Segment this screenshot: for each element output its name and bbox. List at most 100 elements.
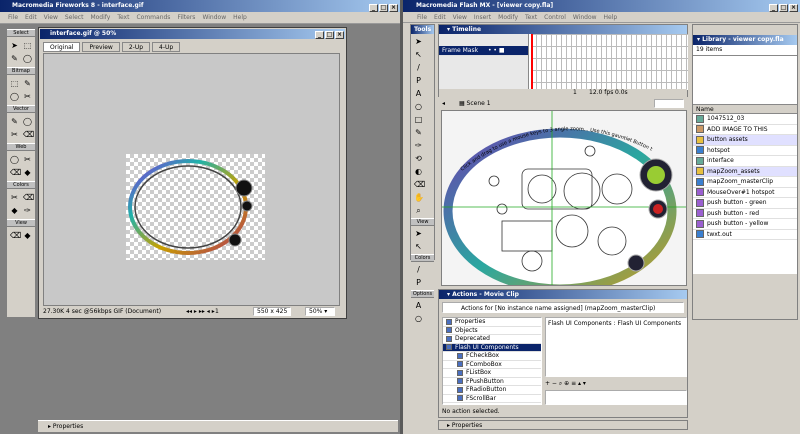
actions-toolbar[interactable]: + − ⌕ ⊕ ≡ ▴ ▾ [545, 379, 687, 389]
flash-tool-icon[interactable]: ✋ [413, 192, 424, 203]
library-item[interactable]: twxt.out [693, 230, 797, 240]
flash-tool-icon[interactable]: ◐ [413, 166, 424, 177]
minimize-icon[interactable]: _ [369, 4, 378, 12]
fw-tool-icon[interactable]: ✂ [22, 154, 33, 165]
fw-tool-icon[interactable]: ✎ [9, 53, 20, 64]
actions-script-area[interactable] [545, 390, 687, 405]
library-item[interactable]: button assets [693, 135, 797, 146]
fw-menu-edit[interactable]: Edit [25, 14, 37, 21]
fw-tool-icon[interactable]: ✂ [22, 91, 33, 102]
fw-tool-icon[interactable]: ✑ [22, 205, 33, 216]
fw-tool-icon[interactable]: ⌫ [22, 192, 34, 203]
fw-menu-view[interactable]: View [44, 14, 58, 21]
flash-tool-icon[interactable]: P [413, 277, 424, 288]
flash-tool-icon[interactable]: / [413, 264, 424, 275]
doc-tab-4-up[interactable]: 4-Up [152, 42, 181, 52]
doc-maximize-icon[interactable]: □ [325, 31, 334, 39]
flash-tool-icon[interactable]: P [413, 75, 424, 86]
action-category[interactable]: Properties [443, 318, 541, 327]
fw-tool-icon[interactable]: ✎ [22, 78, 33, 89]
fw-tool-icon[interactable]: ✂ [9, 192, 20, 203]
frame-grid[interactable] [531, 34, 688, 90]
flash-menu-view[interactable]: View [453, 14, 467, 21]
fw-tool-icon[interactable]: ◯ [9, 154, 20, 165]
fw-menu-help[interactable]: Help [233, 14, 247, 21]
fw-tool-icon[interactable]: ✎ [9, 116, 20, 127]
flash-menu-edit[interactable]: Edit [434, 14, 446, 21]
playhead[interactable] [531, 34, 533, 90]
flash-tool-icon[interactable]: ✑ [413, 140, 424, 151]
flash-close-icon[interactable]: × [789, 4, 798, 12]
flash-minimize-icon[interactable]: _ [769, 4, 778, 12]
flash-menu-file[interactable]: File [417, 14, 427, 21]
doc-tab-preview[interactable]: Preview [82, 42, 120, 52]
fw-tool-icon[interactable]: ⬚ [22, 40, 33, 51]
library-item[interactable]: 1047512_03 [693, 114, 797, 125]
action-category[interactable]: FRadioButton [443, 386, 541, 395]
fw-tool-icon[interactable]: ◆ [22, 230, 33, 241]
flash-menu-window[interactable]: Window [573, 14, 597, 21]
flash-tool-icon[interactable]: / [413, 62, 424, 73]
flash-tool-icon[interactable]: ○ [413, 313, 424, 324]
flash-tool-icon[interactable]: ➤ [413, 228, 424, 239]
flash-menu-text[interactable]: Text [525, 14, 537, 21]
timeline-header[interactable]: ▾ Timeline [439, 25, 687, 34]
library-header[interactable]: ▾ Library - viewer copy.fla [693, 35, 797, 45]
flash-tool-icon[interactable]: A [413, 88, 424, 99]
back-arrow-icon[interactable]: ◂ [442, 100, 445, 107]
layer-row[interactable]: Frame Mask • • ■ [439, 46, 528, 56]
flash-menu-modify[interactable]: Modify [498, 14, 518, 21]
fw-tool-icon[interactable]: ➤ [9, 40, 20, 51]
library-item[interactable]: push button - yellow [693, 219, 797, 230]
doc-tab-original[interactable]: Original [43, 42, 81, 52]
doc-minimize-icon[interactable]: _ [315, 31, 324, 39]
flash-tool-icon[interactable]: ✎ [413, 127, 424, 138]
fw-properties-bar[interactable]: ▸ Properties [38, 420, 398, 432]
action-category[interactable]: Objects [443, 327, 541, 335]
flash-menu-help[interactable]: Help [604, 14, 618, 21]
stage-zoom-select[interactable] [654, 99, 684, 108]
fw-tool-icon[interactable]: ⌫ [9, 167, 21, 178]
flash-maximize-icon[interactable]: □ [779, 4, 788, 12]
action-category[interactable]: FPushButton [443, 378, 541, 386]
library-item[interactable]: mapZoom_assets [693, 166, 797, 177]
doc-close-icon[interactable]: × [335, 31, 344, 39]
fw-tool-icon[interactable]: ◯ [22, 116, 33, 127]
action-category[interactable]: FCheckBox [443, 352, 541, 361]
flash-menu-control[interactable]: Control [544, 14, 566, 21]
fw-tool-icon[interactable]: ✂ [9, 129, 20, 140]
fw-tool-icon[interactable]: ⌫ [9, 230, 21, 241]
fw-menu-text[interactable]: Text [117, 14, 129, 21]
flash-properties-bar[interactable]: ▸ Properties [438, 420, 688, 430]
library-item[interactable]: push button - red [693, 209, 797, 219]
fw-tool-icon[interactable]: ◯ [22, 53, 33, 64]
actions-header[interactable]: ▾ Actions - Movie Clip [439, 290, 687, 299]
flash-tool-icon[interactable]: ⌫ [413, 179, 425, 190]
fw-menu-filters[interactable]: Filters [177, 14, 195, 21]
library-item[interactable]: ADD IMAGE TO THIS [693, 125, 797, 135]
doc-tab-2-up[interactable]: 2-Up [121, 42, 151, 52]
flash-tool-icon[interactable]: ⌕ [413, 205, 424, 216]
fw-menu-window[interactable]: Window [202, 14, 226, 21]
fw-menu-modify[interactable]: Modify [90, 14, 110, 21]
flash-tool-icon[interactable]: ⟲ [413, 153, 424, 164]
close-icon[interactable]: × [389, 4, 398, 12]
fw-tool-icon[interactable]: ◆ [9, 205, 20, 216]
library-item[interactable]: interface [693, 156, 797, 167]
fw-tool-icon[interactable]: ◆ [22, 167, 33, 178]
library-item[interactable]: MouseOver#1 hotspot [693, 188, 797, 198]
flash-tool-icon[interactable]: ➤ [413, 36, 424, 47]
flash-tool-icon[interactable]: ↖ [413, 49, 424, 60]
action-category[interactable]: Flash UI Components [443, 343, 541, 352]
flash-tool-icon[interactable]: A [413, 300, 424, 311]
action-category[interactable]: FScrollBar [443, 395, 541, 403]
flash-menu-insert[interactable]: Insert [474, 14, 491, 21]
flash-tool-icon[interactable]: ↖ [413, 241, 424, 252]
action-category[interactable]: FComboBox [443, 361, 541, 369]
library-item[interactable]: mapZoom_masterClip [693, 177, 797, 188]
fw-tool-icon[interactable]: ⬚ [9, 78, 20, 89]
library-item[interactable]: push button - green [693, 198, 797, 209]
fw-menu-commands[interactable]: Commands [136, 14, 170, 21]
flash-tool-icon[interactable]: □ [413, 114, 424, 125]
library-name-column[interactable]: Name [693, 105, 797, 114]
